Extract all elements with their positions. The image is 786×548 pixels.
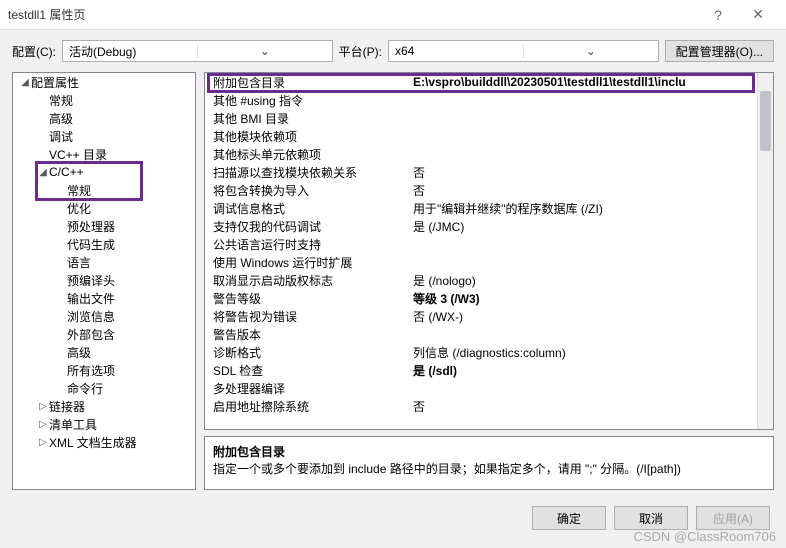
property-row[interactable]: 启用地址擦除系统否	[205, 397, 773, 415]
help-icon[interactable]: ?	[698, 7, 738, 23]
property-name: 将包含转换为导入	[205, 182, 409, 199]
property-row[interactable]: 其他 #using 指令	[205, 91, 773, 109]
tree-toggle-icon[interactable]: ▷	[37, 419, 49, 430]
property-row[interactable]: 多处理器编译	[205, 379, 773, 397]
desc-title: 附加包含目录	[213, 443, 765, 460]
tree-item[interactable]: 预处理器	[13, 217, 195, 235]
desc-body: 指定一个或多个要添加到 include 路径中的目录；如果指定多个，请用 ";"…	[213, 460, 765, 477]
tree-item[interactable]: 浏览信息	[13, 307, 195, 325]
property-value[interactable]: 否	[409, 398, 773, 415]
property-value[interactable]: 是 (/nologo)	[409, 272, 773, 289]
tree-item[interactable]: 高级	[13, 343, 195, 361]
tree-item[interactable]: 代码生成	[13, 235, 195, 253]
button-bar: 确定 取消 应用(A)	[0, 498, 786, 538]
tree-item[interactable]: ▷链接器	[13, 397, 195, 415]
tree-item[interactable]: 常规	[13, 181, 195, 199]
property-value[interactable]: 是 (/JMC)	[409, 218, 773, 235]
property-row[interactable]: 警告版本	[205, 325, 773, 343]
tree-item[interactable]: 语言	[13, 253, 195, 271]
platform-dropdown[interactable]: x64 ⌄	[388, 40, 659, 62]
property-row[interactable]: 使用 Windows 运行时扩展	[205, 253, 773, 271]
property-value[interactable]: 否	[409, 164, 773, 181]
property-name: 扫描源以查找模块依赖关系	[205, 164, 409, 181]
scrollbar[interactable]	[757, 73, 773, 429]
tree-item[interactable]: 所有选项	[13, 361, 195, 379]
property-value[interactable]: 是 (/sdl)	[409, 362, 773, 379]
property-row[interactable]: 公共语言运行时支持	[205, 235, 773, 253]
tree-toggle-icon[interactable]: ◢	[19, 77, 31, 88]
property-name: 其他 BMI 目录	[205, 110, 409, 127]
property-row[interactable]: 扫描源以查找模块依赖关系否	[205, 163, 773, 181]
property-row[interactable]: 将警告视为错误否 (/WX-)	[205, 307, 773, 325]
config-label: 配置(C):	[12, 43, 56, 60]
property-row[interactable]: 其他模块依赖项	[205, 127, 773, 145]
tree-item[interactable]: 外部包含	[13, 325, 195, 343]
tree-item[interactable]: ◢C/C++	[13, 163, 195, 181]
property-name: 附加包含目录	[205, 74, 409, 91]
tree-item[interactable]: 命令行	[13, 379, 195, 397]
ok-button[interactable]: 确定	[532, 506, 606, 530]
tree-item[interactable]: 高级	[13, 109, 195, 127]
tree-item[interactable]: 优化	[13, 199, 195, 217]
config-dropdown[interactable]: 活动(Debug) ⌄	[62, 40, 333, 62]
property-name: 多处理器编译	[205, 380, 409, 397]
property-row[interactable]: 附加包含目录E:\vspro\builddll\20230501\testdll…	[205, 73, 773, 91]
property-name: SDL 检查	[205, 362, 409, 379]
property-value[interactable]: E:\vspro\builddll\20230501\testdll1\test…	[409, 75, 773, 89]
property-value[interactable]: 等级 3 (/W3)	[409, 290, 773, 307]
chevron-down-icon: ⌄	[197, 44, 332, 58]
property-row[interactable]: 诊断格式列信息 (/diagnostics:column)	[205, 343, 773, 361]
property-value[interactable]: 否 (/WX-)	[409, 308, 773, 325]
tree-item[interactable]: ▷清单工具	[13, 415, 195, 433]
property-value[interactable]: 列信息 (/diagnostics:column)	[409, 344, 773, 361]
property-name: 取消显示启动版权标志	[205, 272, 409, 289]
tree-item[interactable]: 预编译头	[13, 271, 195, 289]
property-name: 诊断格式	[205, 344, 409, 361]
property-row[interactable]: 支持仅我的代码调试是 (/JMC)	[205, 217, 773, 235]
property-grid[interactable]: 附加包含目录E:\vspro\builddll\20230501\testdll…	[204, 72, 774, 430]
tree-item[interactable]: 调试	[13, 127, 195, 145]
property-row[interactable]: 其他 BMI 目录	[205, 109, 773, 127]
property-value[interactable]: 否	[409, 182, 773, 199]
tree-item[interactable]: ◢配置属性	[13, 73, 195, 91]
close-icon[interactable]: ✕	[738, 6, 778, 23]
cancel-button[interactable]: 取消	[614, 506, 688, 530]
tree-item[interactable]: ▷XML 文档生成器	[13, 433, 195, 451]
tree-toggle-icon[interactable]: ◢	[37, 167, 49, 178]
property-name: 使用 Windows 运行时扩展	[205, 254, 409, 271]
property-name: 其他标头单元依赖项	[205, 146, 409, 163]
nav-tree[interactable]: ◢配置属性常规高级调试VC++ 目录◢C/C++常规优化预处理器代码生成语言预编…	[12, 72, 196, 490]
property-value[interactable]: 用于"编辑并继续"的程序数据库 (/ZI)	[409, 200, 773, 217]
property-row[interactable]: SDL 检查是 (/sdl)	[205, 361, 773, 379]
window-title: testdll1 属性页	[8, 6, 698, 23]
config-toolbar: 配置(C): 活动(Debug) ⌄ 平台(P): x64 ⌄ 配置管理器(O)…	[0, 30, 786, 72]
tree-item[interactable]: VC++ 目录	[13, 145, 195, 163]
property-name: 启用地址擦除系统	[205, 398, 409, 415]
config-manager-button[interactable]: 配置管理器(O)...	[665, 40, 774, 62]
property-name: 调试信息格式	[205, 200, 409, 217]
property-row[interactable]: 其他标头单元依赖项	[205, 145, 773, 163]
property-name: 警告等级	[205, 290, 409, 307]
tree-toggle-icon[interactable]: ▷	[37, 401, 49, 412]
property-row[interactable]: 警告等级等级 3 (/W3)	[205, 289, 773, 307]
platform-label: 平台(P):	[339, 43, 382, 60]
property-name: 其他模块依赖项	[205, 128, 409, 145]
apply-button[interactable]: 应用(A)	[696, 506, 770, 530]
tree-item[interactable]: 输出文件	[13, 289, 195, 307]
titlebar: testdll1 属性页 ? ✕	[0, 0, 786, 30]
property-name: 支持仅我的代码调试	[205, 218, 409, 235]
description-panel: 附加包含目录 指定一个或多个要添加到 include 路径中的目录；如果指定多个…	[204, 436, 774, 490]
property-name: 公共语言运行时支持	[205, 236, 409, 253]
property-row[interactable]: 调试信息格式用于"编辑并继续"的程序数据库 (/ZI)	[205, 199, 773, 217]
chevron-down-icon: ⌄	[523, 44, 658, 58]
tree-item[interactable]: 常规	[13, 91, 195, 109]
property-row[interactable]: 取消显示启动版权标志是 (/nologo)	[205, 271, 773, 289]
tree-toggle-icon[interactable]: ▷	[37, 437, 49, 448]
property-name: 将警告视为错误	[205, 308, 409, 325]
property-row[interactable]: 将包含转换为导入否	[205, 181, 773, 199]
property-name: 警告版本	[205, 326, 409, 343]
property-name: 其他 #using 指令	[205, 92, 409, 109]
